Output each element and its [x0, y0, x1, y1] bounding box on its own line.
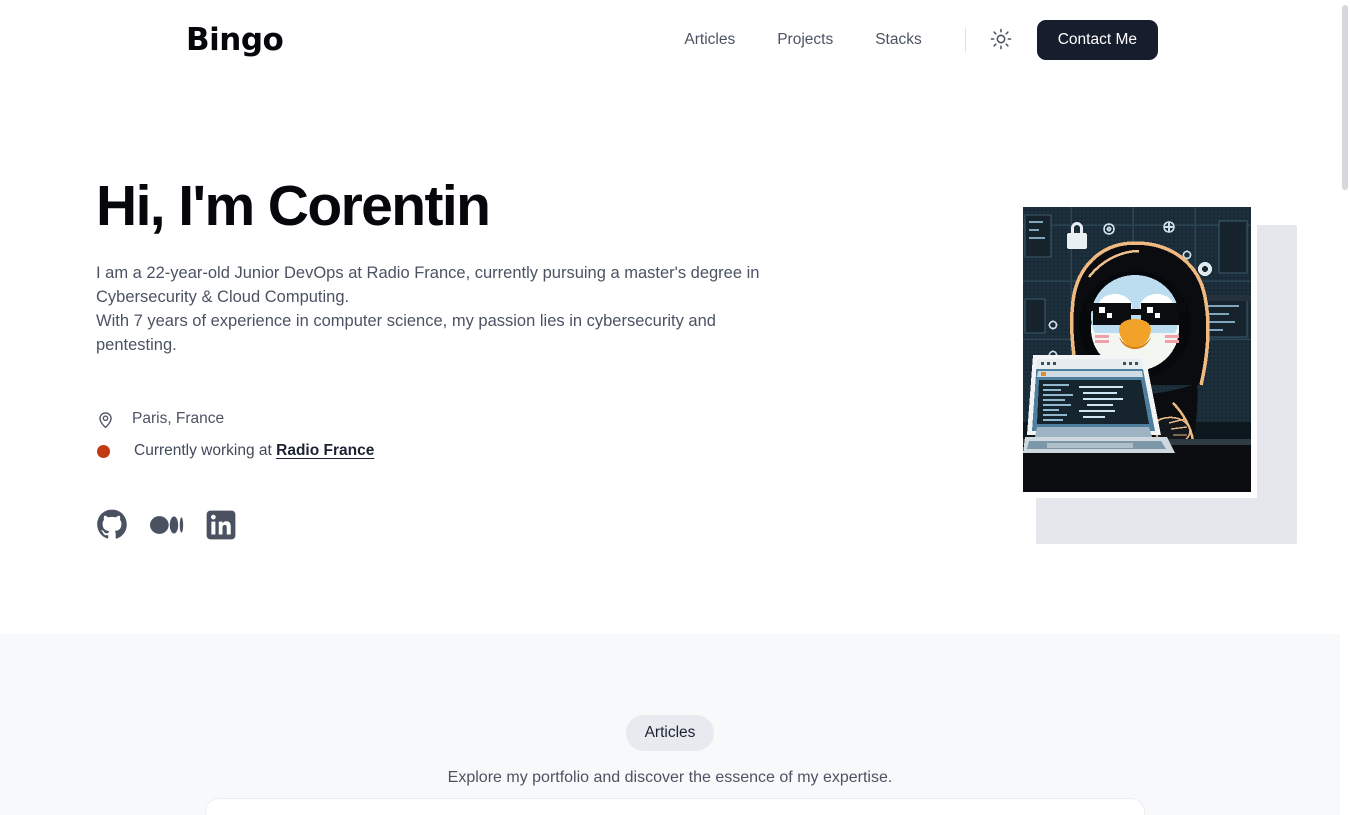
hacker-penguin-image — [1023, 207, 1251, 492]
status-dot-icon — [96, 444, 118, 458]
nav-right-group: Articles Projects Stacks Contact Me — [663, 0, 1158, 80]
medium-icon[interactable] — [150, 514, 184, 536]
hero-artwork — [1023, 207, 1297, 544]
map-pin-icon — [96, 410, 118, 429]
nav-divider — [964, 27, 966, 53]
hero-section: Hi, I'm Corentin I am a 22-year-old Juni… — [0, 80, 1340, 634]
nav-link-stacks[interactable]: Stacks — [854, 30, 943, 50]
articles-section: Articles Explore my portfolio and discov… — [0, 634, 1340, 815]
navbar: Bingo Articles Projects Stacks Contact M… — [0, 0, 1340, 80]
nav-link-articles[interactable]: Articles — [663, 30, 756, 50]
linkedin-icon[interactable] — [206, 510, 236, 540]
articles-badge[interactable]: Articles — [625, 715, 715, 751]
sun-icon — [990, 28, 1012, 53]
site-logo[interactable]: Bingo — [186, 21, 284, 59]
page-scrollbar-thumb[interactable] — [1342, 5, 1348, 190]
social-links — [96, 509, 856, 541]
hero-meta-list: Paris, France Currently working at Radio… — [96, 403, 856, 467]
article-card[interactable] — [205, 798, 1145, 815]
contact-me-button[interactable]: Contact Me — [1036, 20, 1158, 60]
page-root: Bingo Articles Projects Stacks Contact M… — [0, 0, 1350, 815]
status-row: Currently working at Radio France — [96, 435, 856, 467]
status-text: Currently working at Radio France — [134, 441, 374, 461]
nav-links: Articles Projects Stacks — [663, 30, 942, 50]
hero-description-line-2: With 7 years of experience in computer s… — [96, 312, 716, 354]
nav-link-projects[interactable]: Projects — [756, 30, 854, 50]
hero-description-line-1: I am a 22-year-old Junior DevOps at Radi… — [96, 264, 760, 306]
hero-description: I am a 22-year-old Junior DevOps at Radi… — [96, 261, 786, 357]
employer-link[interactable]: Radio France — [276, 442, 374, 459]
articles-subtitle: Explore my portfolio and discover the es… — [447, 769, 893, 786]
artwork-frame — [1023, 207, 1257, 498]
github-icon[interactable] — [96, 509, 128, 541]
page-scrollbar-track[interactable] — [1340, 0, 1350, 815]
status-text-prefix: Currently working at — [134, 442, 277, 459]
location-text: Paris, France — [132, 410, 225, 427]
hero-text-block: Hi, I'm Corentin I am a 22-year-old Juni… — [96, 175, 856, 541]
page-title: Hi, I'm Corentin — [96, 174, 491, 238]
theme-toggle-button[interactable] — [988, 27, 1014, 53]
location-row: Paris, France — [96, 403, 856, 435]
